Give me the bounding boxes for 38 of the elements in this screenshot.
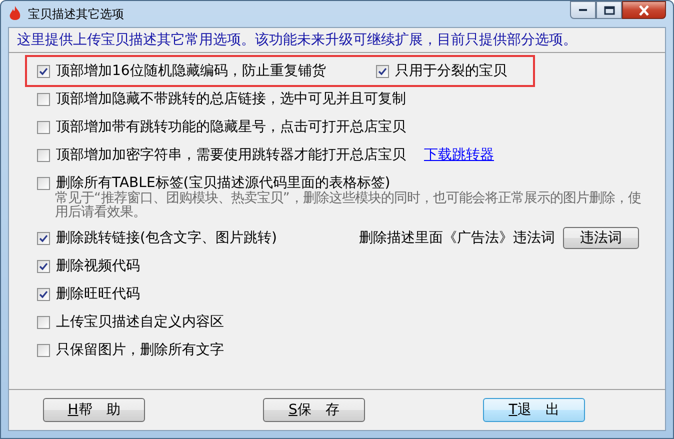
maximize-button[interactable] xyxy=(596,1,622,19)
checkbox[interactable] xyxy=(37,260,50,272)
option-label: 顶部增加16位随机隐藏编码，防止重复铺货 xyxy=(56,62,326,80)
checkbox[interactable] xyxy=(37,288,50,300)
option-label: 只保留图片，删除所有文字 xyxy=(56,341,224,359)
option-label: 删除视频代码 xyxy=(56,257,140,275)
checkbox[interactable] xyxy=(37,344,50,356)
option-label: 删除所有TABLE标签(宝贝描述源代码里面的表格标签) xyxy=(56,174,390,191)
info-text: 这里提供上传宝贝描述其它常用选项。该功能未来升级可继续扩展，目前只提供部分选项。 xyxy=(9,28,665,53)
checkbox[interactable] xyxy=(376,64,389,78)
checkbox[interactable] xyxy=(37,316,50,328)
minimize-button[interactable] xyxy=(570,1,596,19)
close-button[interactable] xyxy=(622,1,666,19)
maximize-icon xyxy=(604,6,614,14)
option-label: 上传宝贝描述自定义内容区 xyxy=(56,313,224,331)
option-note: 常见于“推荐窗口、团购模块、热卖宝贝”，删除这些模块的同时，也可能会将正常展示的图片删除，使用后请看效果。 xyxy=(55,192,642,220)
option-label: 删除旺旺代码 xyxy=(56,285,140,303)
checkbox[interactable] xyxy=(37,64,50,78)
dialog-button[interactable]: T退 出 xyxy=(483,398,585,422)
option-label: 删除跳转链接(包含文字、图片跳转) xyxy=(56,229,277,247)
checkbox[interactable] xyxy=(37,120,50,134)
minimize-icon xyxy=(578,8,588,12)
window-title: 宝贝描述其它选项 xyxy=(28,6,124,22)
checkbox[interactable] xyxy=(37,176,50,190)
checkbox[interactable] xyxy=(37,148,50,162)
option-label: 删除描述里面《广告法》违法词 xyxy=(359,229,555,247)
option-label: 只用于分裂的宝贝 xyxy=(394,62,507,80)
close-icon xyxy=(638,4,650,16)
option-label: 顶部增加加密字符串，需要使用跳转器才能打开总店宝贝 xyxy=(56,146,406,164)
dialog-button[interactable]: S保 存 xyxy=(263,398,365,422)
checkbox[interactable] xyxy=(37,232,50,244)
dialog-button[interactable]: H帮 助 xyxy=(43,398,145,422)
option-label: 顶部增加带有跳转功能的隐藏星号，点击可打开总店宝贝 xyxy=(56,118,406,136)
words-button[interactable]: 违法词 xyxy=(563,227,639,249)
option-label: 顶部增加隐藏不带跳转的总店链接，选中可见并且可复制 xyxy=(56,90,406,108)
checkbox[interactable] xyxy=(37,92,50,106)
flame-icon xyxy=(8,6,22,22)
download-link[interactable]: 下载跳转器 xyxy=(424,146,494,164)
